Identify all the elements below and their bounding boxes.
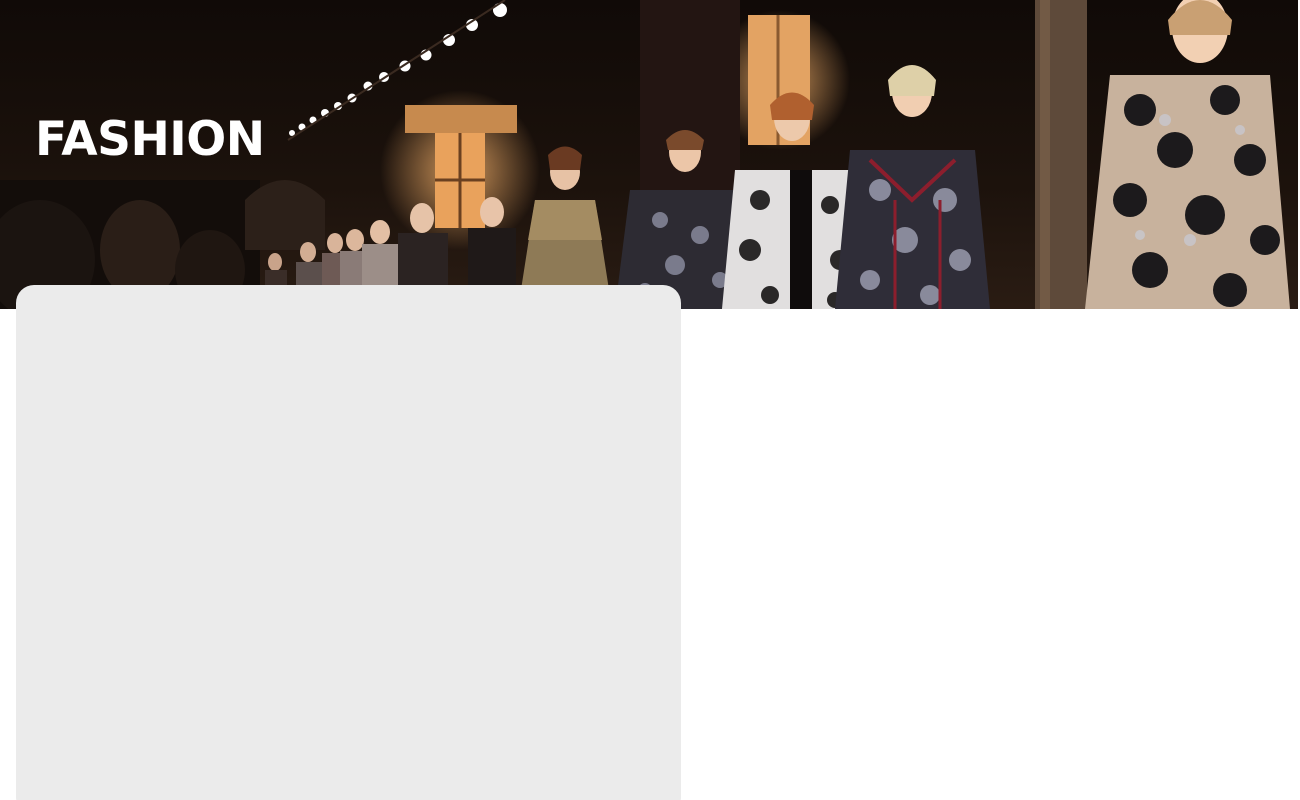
page-title: FASHION [35, 112, 265, 167]
hero-banner: FASHION [0, 0, 1300, 309]
content-card-placeholder [16, 285, 681, 800]
page: FASHION [0, 0, 1300, 800]
